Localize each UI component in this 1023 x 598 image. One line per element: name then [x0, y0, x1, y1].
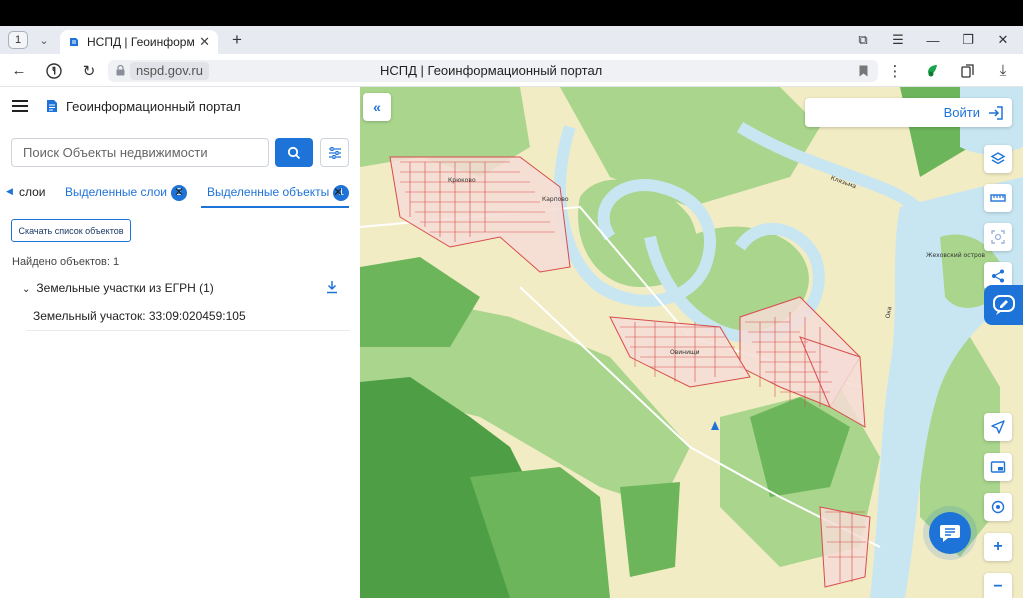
- chat-icon: [940, 525, 960, 542]
- tab-selected-objects-label: Выделенные объекты: [207, 185, 330, 200]
- tabs-scroll-left-icon[interactable]: ◀: [6, 186, 13, 197]
- place-label: Карпово: [542, 196, 569, 203]
- tab-list-chevron-icon[interactable]: ⌄: [36, 32, 52, 48]
- active-tab-indicator: [201, 206, 349, 208]
- browser-tab-title: НСПД | Геоинформац: [87, 35, 195, 49]
- address-page-title: НСПД | Геоинформационный портал: [380, 63, 603, 78]
- login-icon: [989, 105, 1003, 120]
- download-list-button[interactable]: Скачать список объектов: [11, 219, 131, 242]
- tab-count-button[interactable]: 1: [8, 31, 28, 49]
- search-input[interactable]: Поиск Объекты недвижимости: [11, 138, 269, 167]
- tab-selected-layers-label: Выделенные слои: [65, 185, 167, 200]
- browser-menu-icon[interactable]: ☰: [884, 26, 912, 54]
- picture-in-picture-icon: [990, 461, 1006, 473]
- zoom-out-button[interactable]: −: [984, 573, 1012, 598]
- new-tab-button[interactable]: +: [228, 30, 246, 49]
- list-item[interactable]: Земельный участок: 33:09:020459:105: [26, 303, 350, 331]
- panel-tabs: ◀ слои Выделенные слои 2 ✕ Выделенные объ…: [0, 180, 360, 208]
- bookmark-icon[interactable]: [859, 65, 868, 77]
- lock-icon: [116, 65, 125, 76]
- minimap-button[interactable]: [984, 453, 1012, 481]
- collections-icon[interactable]: [956, 54, 980, 87]
- chevron-down-icon: ⌄: [22, 284, 31, 295]
- filter-sliders-icon: [328, 146, 341, 159]
- downloads-icon[interactable]: ⤓: [991, 54, 1015, 87]
- download-icon[interactable]: [326, 280, 338, 294]
- group-header[interactable]: ⌄ Земельные участки из ЕГРН (1): [22, 281, 214, 295]
- tab-selected-layers[interactable]: Выделенные слои 2: [65, 185, 187, 201]
- search-button[interactable]: [275, 138, 313, 167]
- close-tab-icon[interactable]: ✕: [199, 34, 210, 50]
- filter-button[interactable]: [320, 138, 349, 167]
- portal-logo-icon: [47, 100, 57, 112]
- area-select-button[interactable]: [984, 223, 1012, 251]
- restore-icon[interactable]: ❐: [954, 26, 982, 54]
- close-selected-layers-icon[interactable]: ✕: [174, 185, 184, 199]
- side-panel: Геоинформационный портал Поиск Объекты н…: [0, 87, 360, 598]
- portal-favicon-icon: [70, 38, 78, 46]
- place-label: Овинищи: [670, 349, 700, 356]
- found-count: Найдено объектов: 1: [12, 256, 120, 268]
- close-window-icon[interactable]: ✕: [989, 26, 1017, 54]
- layers-button[interactable]: [984, 145, 1012, 173]
- forest-area: [620, 482, 680, 577]
- close-selected-objects-icon[interactable]: ✕: [333, 185, 343, 199]
- chat-button[interactable]: [929, 512, 971, 554]
- parcel-area: [819, 506, 871, 588]
- map-view[interactable]: Крюково Карпово Овинищи Клязьма Ока Жехо…: [360, 87, 1023, 598]
- back-arrow-icon[interactable]: ←: [7, 54, 31, 87]
- tab-sidebar-icon[interactable]: ⧉: [849, 26, 877, 54]
- locate-icon: [991, 500, 1005, 514]
- plus-icon: +: [993, 538, 1003, 555]
- map-canvas: [360, 87, 1023, 598]
- more-menu-icon[interactable]: ⋮: [883, 54, 907, 87]
- reload-icon[interactable]: ↻: [77, 54, 101, 87]
- extension-icon[interactable]: [921, 54, 945, 87]
- share-icon: [992, 269, 1004, 283]
- layers-icon: [990, 152, 1006, 165]
- locate-button[interactable]: [984, 493, 1012, 521]
- system-top-bar: [0, 0, 1023, 26]
- minus-icon: −: [993, 578, 1003, 595]
- app-title: Геоинформационный портал: [66, 99, 241, 114]
- zoom-in-button[interactable]: +: [984, 533, 1012, 561]
- url-domain: nspd.gov.ru: [130, 62, 209, 80]
- tab-layers[interactable]: слои: [19, 185, 46, 199]
- tab-selected-objects[interactable]: Выделенные объекты 1: [207, 185, 350, 201]
- feedback-button[interactable]: [984, 285, 1023, 325]
- minimize-icon[interactable]: —: [919, 26, 947, 54]
- collapse-panel-button[interactable]: «: [363, 93, 391, 121]
- login-button[interactable]: Войти: [805, 98, 1012, 127]
- area-select-icon: [991, 230, 1005, 244]
- login-label: Войти: [943, 105, 980, 120]
- island-label: Жеховский остров: [926, 252, 986, 259]
- feedback-icon: [992, 295, 1015, 315]
- group-label: Земельные участки из ЕГРН (1): [36, 281, 214, 295]
- browser-tab[interactable]: НСПД | Геоинформац ✕: [60, 30, 218, 54]
- ruler-button[interactable]: [984, 184, 1012, 212]
- navigate-button[interactable]: [984, 413, 1012, 441]
- url-field[interactable]: nspd.gov.ru НСПД | Геоинформационный пор…: [108, 60, 878, 82]
- address-bar: ← ↻ nspd.gov.ru НСПД | Геоинформационный…: [0, 54, 1023, 87]
- navigation-arrow-icon: [991, 420, 1005, 434]
- ruler-icon: [990, 194, 1006, 202]
- hamburger-menu-icon[interactable]: [12, 100, 28, 112]
- yandex-icon[interactable]: [42, 54, 66, 87]
- place-label: Крюково: [448, 177, 476, 184]
- search-icon: [287, 146, 301, 159]
